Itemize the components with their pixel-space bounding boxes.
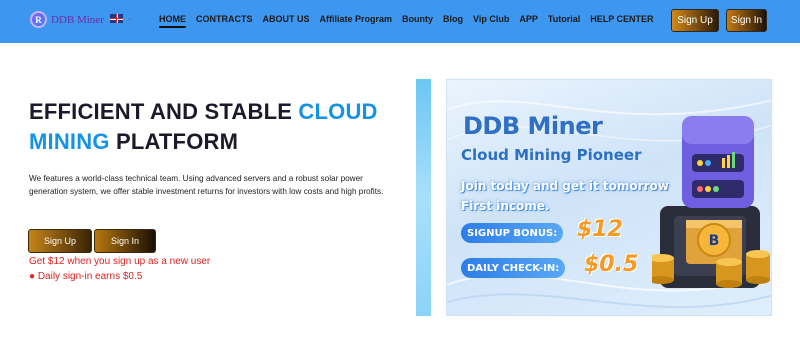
banner-subtitle: Cloud Mining Pioneer [461,146,642,164]
hero-signin-button[interactable]: Sign In [94,229,156,253]
nav-affiliate-program[interactable]: Affiliate Program [320,14,393,24]
logo-text: DDB Miner [51,13,104,26]
carousel-prev-slide-edge[interactable] [416,79,431,316]
daily-checkin-amount: $0.5 [584,252,639,277]
banner-join-text: Join today and get it tomorrow First inc… [461,179,669,213]
chevron-down-icon[interactable]: ⌄ [127,13,134,22]
logo-mark-icon: R [30,11,47,28]
hero-headline: EFFICIENT AND STABLE CLOUD MINING PLATFOR… [29,97,409,157]
daily-checkin-pill: DAILY CHECK-IN: [461,258,566,278]
signup-bonus-amount: $12 [577,217,623,242]
nav-bounty[interactable]: Bounty [402,14,433,24]
nav-contracts[interactable]: CONTRACTS [196,14,253,24]
main-nav: HOME CONTRACTS ABOUT US Affiliate Progra… [159,14,654,28]
nav-blog[interactable]: Blog [443,14,463,24]
headline-part1: EFFICIENT AND STABLE [29,99,299,124]
nav-home[interactable]: HOME [159,14,186,28]
site-logo[interactable]: R DDB Miner [30,11,104,28]
svg-text:B: B [709,233,720,249]
headline-accent-cloud: CLOUD [298,99,378,124]
signup-bonus-pill: SIGNUP BONUS: [461,223,564,243]
hero-banner[interactable]: DDB Miner Cloud Mining Pioneer Join toda… [446,79,772,316]
top-nav-bar: R DDB Miner ⌄ HOME CONTRACTS ABOUT US Af… [0,0,800,43]
hero-signup-button[interactable]: Sign Up [28,229,92,253]
headline-accent-mining: MINING [29,129,110,154]
daily-signin-note: ● Daily sign-in earns $0.5 [29,271,143,282]
nav-vip-club[interactable]: Vip Club [473,14,509,24]
signup-bonus-note: Get $12 when you sign up as a new user [29,256,211,267]
banner-title: DDB Miner [463,112,603,140]
nav-about-us[interactable]: ABOUT US [263,14,310,24]
hero-description: We features a world-class technical team… [29,174,384,196]
nav-help-center[interactable]: HELP CENTER [590,14,653,24]
headline-part2: PLATFORM [109,129,239,154]
header-signup-button[interactable]: Sign Up [671,9,719,32]
nav-app[interactable]: APP [519,14,538,24]
nav-tutorial[interactable]: Tutorial [548,14,580,24]
miner-machine-icon: B [652,116,770,288]
uk-flag-icon[interactable] [110,14,123,23]
header-signin-button[interactable]: Sign In [726,9,767,32]
